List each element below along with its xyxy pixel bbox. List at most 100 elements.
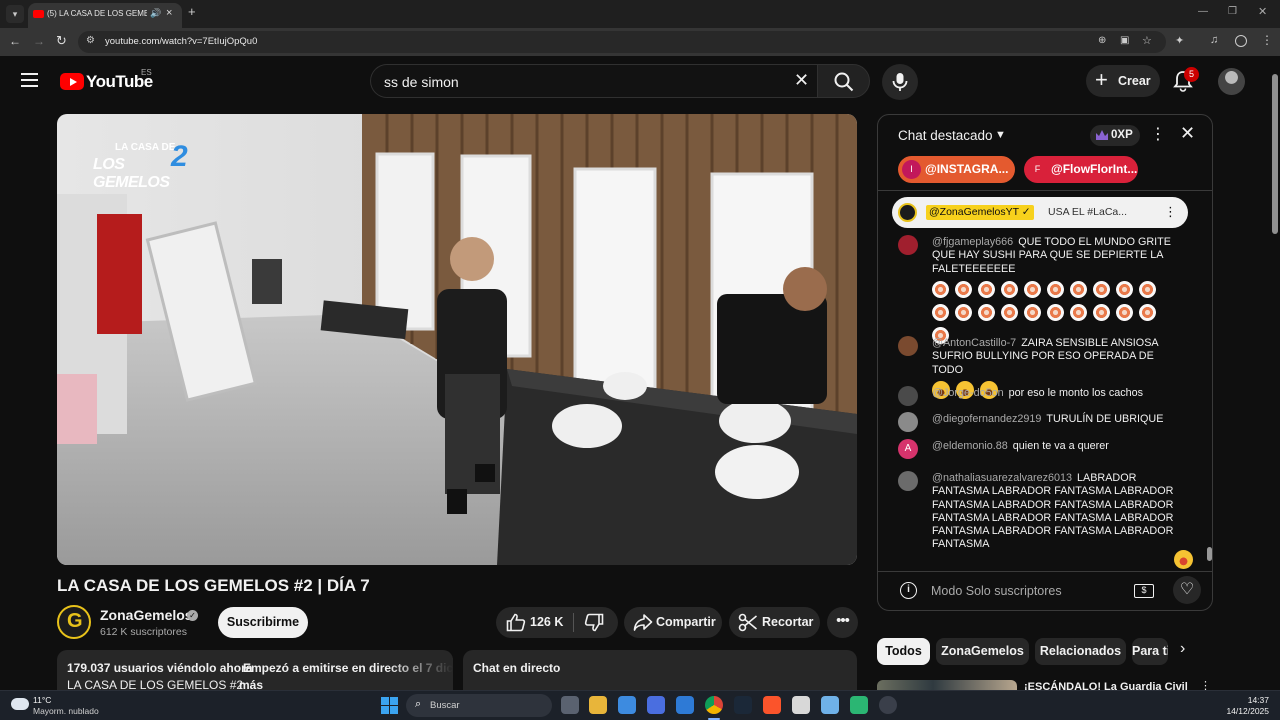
forward-arrow-icon[interactable]: → bbox=[33, 34, 45, 48]
window-maximize-icon[interactable]: ❐ bbox=[1228, 6, 1237, 17]
brave-icon[interactable] bbox=[763, 696, 781, 714]
xp-badge[interactable]: 0XP bbox=[1090, 125, 1140, 146]
media-player-icon[interactable] bbox=[879, 696, 897, 714]
clock-date[interactable]: 14/12/2025 bbox=[1219, 706, 1269, 716]
chat-avatar[interactable] bbox=[898, 386, 918, 406]
window-close-icon[interactable]: ✕ bbox=[1258, 5, 1267, 18]
divider bbox=[878, 190, 1212, 191]
cloud-icon[interactable] bbox=[11, 698, 29, 710]
app-icon[interactable] bbox=[792, 696, 810, 714]
chat-author[interactable]: @nathaliasuarezalvarez6013 bbox=[932, 472, 1072, 484]
heart-icon[interactable]: ♡ bbox=[1173, 576, 1201, 604]
super-chat-ticker[interactable]: F @FlowFlorInt... bbox=[1024, 156, 1138, 183]
weather-temperature[interactable]: 11°C bbox=[33, 695, 51, 705]
pinned-author[interactable]: @ZonaGemelosYT ✓ bbox=[926, 205, 1034, 220]
chat-avatar[interactable] bbox=[898, 235, 918, 255]
voice-search-button[interactable] bbox=[882, 64, 918, 100]
media-controls-icon[interactable]: ♫ bbox=[1210, 34, 1218, 46]
steam-icon[interactable] bbox=[734, 696, 752, 714]
chip-relacionados[interactable]: Relacionados bbox=[1035, 638, 1126, 665]
clear-search-icon[interactable]: ✕ bbox=[794, 70, 809, 91]
chat-message-body: @diegofernandez2919 TURULÍN DE UBRIQUE bbox=[932, 413, 1182, 426]
video-player[interactable]: LA CASA DE LOS GEMELOS 2 bbox=[57, 114, 857, 565]
info-icon[interactable]: i bbox=[900, 582, 917, 599]
super-chat-ticker[interactable]: I @INSTAGRA... bbox=[898, 156, 1015, 183]
address-bar[interactable]: ⚙ youtube.com/watch?v=7EtIujOpQu0 ⊕ ▣ ☆ bbox=[78, 31, 1166, 53]
bookmark-star-icon[interactable]: ☆ bbox=[1142, 34, 1152, 47]
store-icon[interactable] bbox=[618, 696, 636, 714]
chevron-down-icon[interactable]: ▼ bbox=[995, 129, 1006, 141]
channel-avatar[interactable] bbox=[57, 605, 91, 639]
tab-search-button[interactable]: ▾ bbox=[6, 5, 24, 23]
site-info-icon[interactable]: ⚙ bbox=[86, 35, 95, 46]
app-icon[interactable] bbox=[647, 696, 665, 714]
profile-icon[interactable] bbox=[1235, 35, 1247, 47]
install-app-icon[interactable]: ▣ bbox=[1120, 35, 1129, 46]
chat-author[interactable]: @eldemonio.88 bbox=[932, 440, 1008, 452]
reload-icon[interactable]: ↻ bbox=[56, 33, 67, 49]
app-icon[interactable] bbox=[850, 696, 868, 714]
chat-author[interactable]: @AntonCastillo-7 bbox=[932, 337, 1016, 349]
browser-tab-bar: ▾ (5) LA CASA DE LOS GEMELOS #2 | DÍA 7 … bbox=[0, 0, 1280, 28]
browser-tab[interactable]: (5) LA CASA DE LOS GEMELOS #2 | DÍA 7 - … bbox=[28, 3, 182, 28]
new-tab-icon[interactable]: + bbox=[188, 4, 196, 19]
url-text[interactable]: youtube.com/watch?v=7EtIujOpQu0 bbox=[105, 36, 257, 47]
channel-name[interactable]: ZonaGemelos bbox=[100, 607, 193, 623]
tab-close-icon[interactable]: × bbox=[166, 7, 172, 19]
weather-description[interactable]: Mayorm. nublado bbox=[33, 706, 99, 716]
more-actions-icon[interactable]: ••• bbox=[827, 607, 858, 638]
chat-avatar[interactable] bbox=[898, 336, 918, 356]
share-button[interactable]: Compartir bbox=[624, 607, 722, 638]
notepad-icon[interactable] bbox=[821, 696, 839, 714]
taskbar-search[interactable]: ⌕ Buscar bbox=[406, 694, 552, 717]
tab-audio-icon[interactable]: 🔊 bbox=[150, 8, 161, 19]
thumbs-up-icon[interactable] bbox=[506, 613, 526, 632]
back-arrow-icon[interactable]: ← bbox=[9, 34, 21, 48]
chevron-right-icon[interactable]: › bbox=[1180, 640, 1185, 658]
guide-menu-icon[interactable] bbox=[21, 73, 38, 87]
live-chat-panel: Chat destacado ▼ 0XP ⋮ ✕ I @INSTAGRA... … bbox=[877, 114, 1213, 611]
chat-author[interactable]: @diegofernandez2919 bbox=[932, 413, 1041, 425]
chip-zonagemelos[interactable]: ZonaGemelos bbox=[936, 638, 1029, 665]
zoom-icon[interactable]: ⊕ bbox=[1098, 35, 1106, 46]
super-chat-icon[interactable]: $ bbox=[1134, 584, 1154, 598]
create-button[interactable]: + Crear bbox=[1086, 65, 1160, 97]
chrome-icon[interactable] bbox=[705, 696, 723, 714]
chat-mode-selector[interactable]: Chat destacado bbox=[898, 128, 993, 143]
task-view-icon[interactable] bbox=[561, 696, 579, 714]
mail-icon[interactable] bbox=[676, 696, 694, 714]
windows-start-icon[interactable] bbox=[381, 697, 398, 714]
like-divider bbox=[573, 613, 574, 632]
chat-avatar[interactable]: A bbox=[898, 439, 918, 459]
clip-button[interactable]: Recortar bbox=[729, 607, 820, 638]
chip-todos[interactable]: Todos bbox=[877, 638, 930, 665]
chat-avatar[interactable] bbox=[898, 412, 918, 432]
sushi-emoji-icon bbox=[1047, 303, 1064, 321]
chat-scrollbar[interactable] bbox=[1205, 197, 1211, 568]
search-button[interactable] bbox=[817, 64, 870, 98]
chat-mode-notice: Modo Solo suscriptores bbox=[931, 584, 1062, 598]
chat-scrollbar-thumb[interactable] bbox=[1207, 547, 1212, 561]
extensions-icon[interactable]: ✦ bbox=[1175, 34, 1184, 47]
thumbs-down-icon[interactable] bbox=[584, 613, 604, 632]
browser-menu-icon[interactable]: ⋮ bbox=[1261, 33, 1273, 47]
chip-para-ti[interactable]: Para ti bbox=[1132, 638, 1168, 665]
chat-close-icon[interactable]: ✕ bbox=[1180, 123, 1195, 144]
subscribe-button[interactable]: Suscribirme bbox=[218, 607, 308, 638]
account-avatar[interactable] bbox=[1218, 68, 1245, 95]
clock-time[interactable]: 14:37 bbox=[1237, 695, 1269, 705]
window-minimize-icon[interactable]: — bbox=[1198, 6, 1208, 17]
search-input[interactable]: ss de simon ✕ bbox=[370, 64, 817, 98]
pinned-options-icon[interactable]: ⋮ bbox=[1164, 204, 1177, 220]
like-count[interactable]: 126 K bbox=[530, 615, 563, 629]
pinned-message-banner[interactable]: @ZonaGemelosYT ✓ USA EL #LaCa... ⋮ bbox=[892, 197, 1188, 228]
chat-author[interactable]: @fjgameplay666 bbox=[932, 236, 1013, 248]
recommended-thumbnail[interactable] bbox=[877, 680, 1017, 690]
youtube-logo[interactable]: YouTube bbox=[60, 72, 170, 92]
chat-avatar[interactable] bbox=[898, 471, 918, 491]
chat-author[interactable]: @Jorge-do5on bbox=[932, 387, 1004, 399]
chat-options-icon[interactable]: ⋮ bbox=[1150, 124, 1166, 144]
file-explorer-icon[interactable] bbox=[589, 696, 607, 714]
search-query[interactable]: ss de simon bbox=[384, 74, 459, 90]
page-scrollbar-thumb[interactable] bbox=[1272, 74, 1278, 234]
